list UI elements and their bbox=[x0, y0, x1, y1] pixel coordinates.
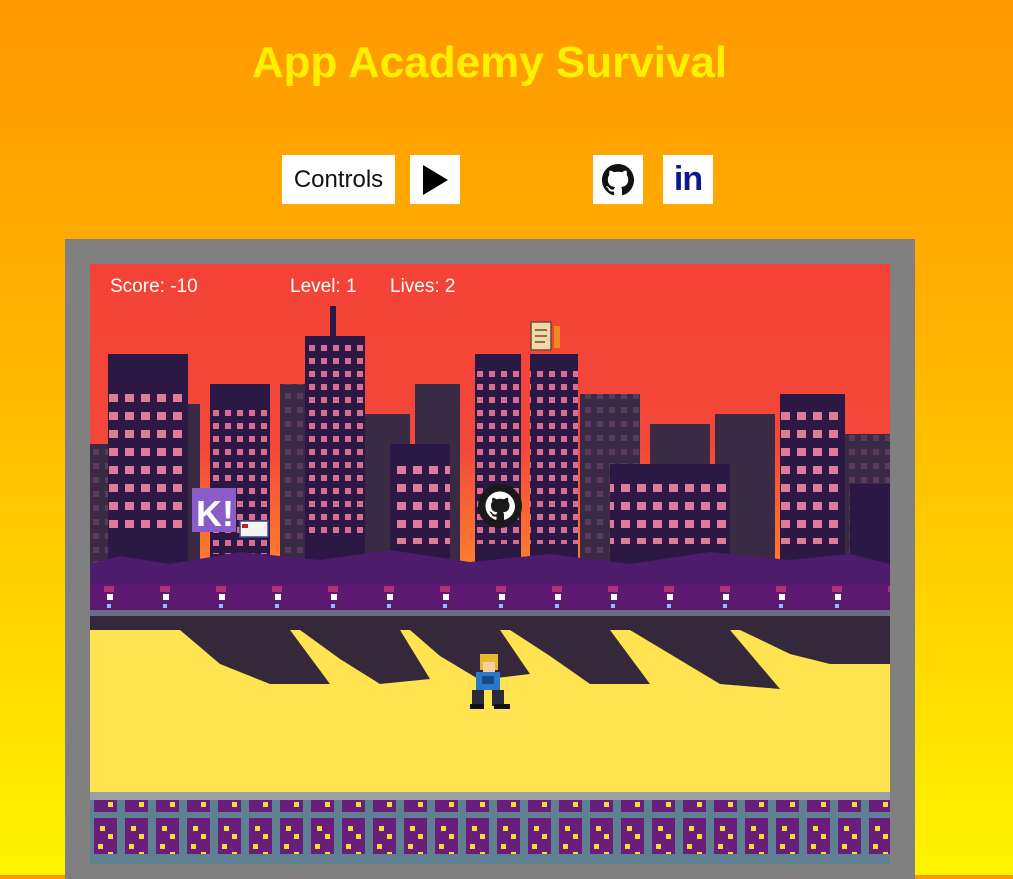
svg-text:K!: K! bbox=[196, 493, 234, 534]
play-button[interactable] bbox=[410, 155, 460, 204]
document-enemy bbox=[530, 321, 560, 351]
game-canvas[interactable]: K! bbox=[90, 264, 890, 864]
level-display: Level: 1 bbox=[290, 276, 357, 297]
linkedin-link[interactable]: in bbox=[663, 155, 713, 204]
ticket-enemy bbox=[239, 520, 269, 538]
play-icon bbox=[423, 164, 448, 195]
github-icon bbox=[602, 163, 634, 195]
page-title: App Academy Survival bbox=[251, 38, 728, 87]
kahoot-enemy: K! bbox=[192, 488, 236, 534]
game-scene: K! bbox=[90, 264, 890, 864]
lives-display: Lives: 2 bbox=[390, 276, 456, 297]
github-enemy bbox=[478, 484, 522, 528]
github-link[interactable] bbox=[593, 155, 643, 204]
score-display: Score: -10 bbox=[110, 276, 198, 297]
controls-button[interactable]: Controls bbox=[282, 155, 395, 204]
